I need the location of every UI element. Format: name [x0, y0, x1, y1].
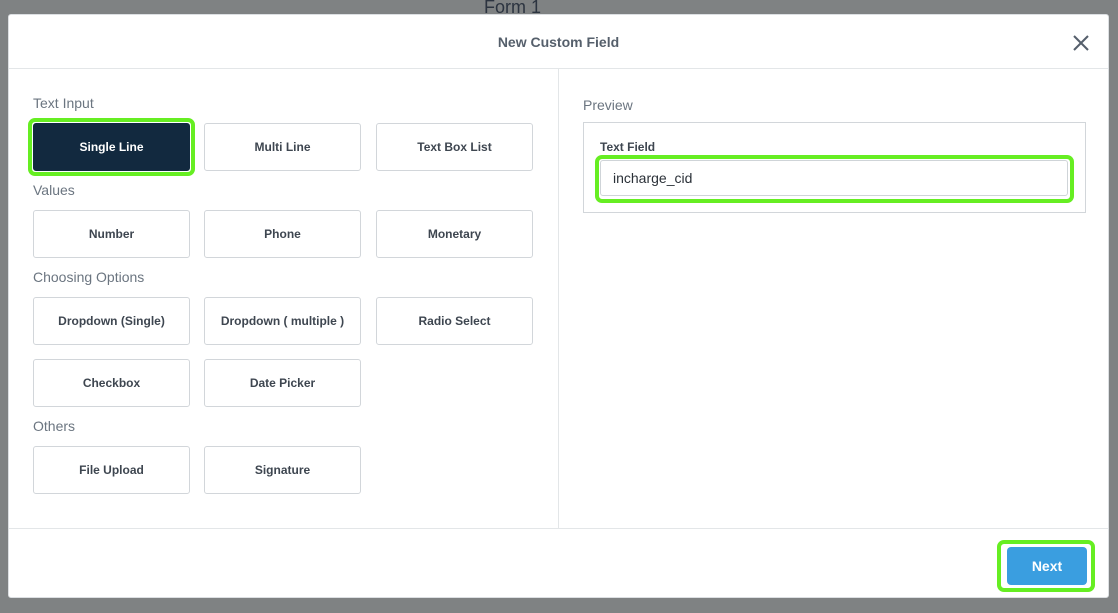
modal-footer: Next — [9, 528, 1108, 599]
option-multi-line[interactable]: Multi Line — [204, 123, 361, 171]
preview-label: Preview — [583, 97, 633, 113]
option-dropdown-single[interactable]: Dropdown (Single) — [33, 297, 190, 345]
field-type-pane: Text Input Single Line Multi Line Text B… — [9, 69, 559, 528]
section-label-values: Values — [33, 182, 75, 198]
section-label-choosing-options: Choosing Options — [33, 269, 145, 285]
option-radio-select[interactable]: Radio Select — [376, 297, 533, 345]
option-checkbox[interactable]: Checkbox — [33, 359, 190, 407]
preview-box: Text Field — [583, 122, 1086, 213]
section-label-others: Others — [33, 418, 76, 434]
option-number[interactable]: Number — [33, 210, 190, 258]
section-label-text-input: Text Input — [33, 95, 94, 111]
option-dropdown-multiple[interactable]: Dropdown ( multiple ) — [204, 297, 361, 345]
option-date-picker[interactable]: Date Picker — [204, 359, 361, 407]
option-phone[interactable]: Phone — [204, 210, 361, 258]
option-single-line[interactable]: Single Line — [33, 123, 190, 171]
modal-title: New Custom Field — [497, 34, 620, 50]
text-field-input[interactable] — [600, 160, 1068, 196]
option-file-upload[interactable]: File Upload — [33, 446, 190, 494]
text-field-label: Text Field — [600, 140, 656, 154]
option-monetary[interactable]: Monetary — [376, 210, 533, 258]
next-button[interactable]: Next — [1007, 547, 1087, 585]
preview-pane: Preview Text Field — [559, 69, 1108, 528]
option-text-box-list[interactable]: Text Box List — [376, 123, 533, 171]
new-custom-field-modal: New Custom Field Text Input Single Line … — [8, 14, 1109, 598]
modal-header: New Custom Field — [9, 15, 1108, 69]
close-icon[interactable] — [1072, 34, 1090, 52]
option-signature[interactable]: Signature — [204, 446, 361, 494]
